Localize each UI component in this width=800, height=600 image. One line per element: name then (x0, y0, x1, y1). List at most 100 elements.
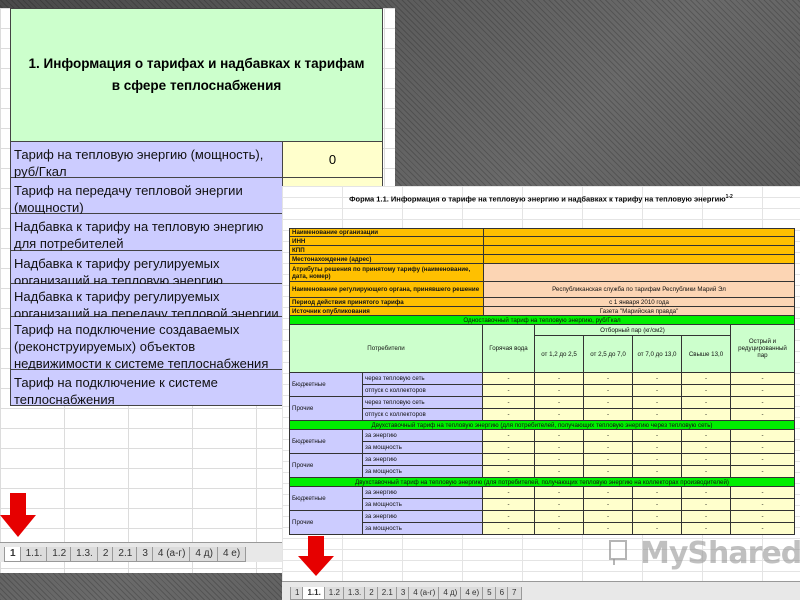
tariff-cell[interactable]: - (535, 409, 584, 421)
tariff-cell[interactable]: - (584, 409, 633, 421)
tariff-cell[interactable]: - (682, 523, 731, 535)
tariff-cell[interactable]: - (483, 430, 535, 442)
sheet-tab[interactable]: 1.2 (46, 547, 73, 562)
tariff-cell[interactable]: - (584, 511, 633, 523)
tariff-cell[interactable]: - (535, 523, 584, 535)
tariff-cell[interactable]: - (584, 523, 633, 535)
info-value[interactable]: с 1 января 2010 года (484, 298, 795, 307)
sheet-tab[interactable]: 2.1 (376, 587, 398, 600)
tariff-cell[interactable]: - (731, 397, 795, 409)
tariff-cell[interactable]: - (483, 487, 535, 499)
sheet-tab[interactable]: 7 (507, 587, 522, 600)
tariff-cell[interactable]: - (633, 373, 682, 385)
sheet-tab[interactable]: 4 е) (216, 547, 247, 562)
tariff-cell[interactable]: - (483, 511, 535, 523)
tariff-cell[interactable]: - (584, 430, 633, 442)
tariff-cell[interactable]: - (682, 373, 731, 385)
tariff-cell[interactable]: - (633, 523, 682, 535)
row-label: за мощность (363, 442, 483, 454)
tariff-row-value[interactable]: 0 (283, 142, 382, 177)
tariff-cell[interactable]: - (731, 385, 795, 397)
section-title: Двухставочный тариф на тепловую энергию … (290, 421, 795, 430)
tariff-cell[interactable]: - (633, 454, 682, 466)
tariff-cell[interactable]: - (483, 385, 535, 397)
tariff-cell[interactable]: - (682, 442, 731, 454)
tariff-cell[interactable]: - (731, 442, 795, 454)
tariff-cell[interactable]: - (682, 430, 731, 442)
tariff-cell[interactable]: - (584, 454, 633, 466)
tariff-cell[interactable]: - (633, 499, 682, 511)
tariff-cell[interactable]: - (584, 442, 633, 454)
sheet-tab[interactable]: 1.3. (70, 547, 99, 562)
group-rows: за энергию - - - - - - за мощность - - - - - - (363, 511, 795, 535)
sheet-tab[interactable]: 1.1. (302, 587, 326, 600)
tariff-cell[interactable]: - (483, 442, 535, 454)
tariff-cell[interactable]: - (535, 466, 584, 478)
sheet-tab[interactable]: 4 д) (438, 587, 463, 600)
info-value[interactable] (484, 264, 795, 282)
tariff-cell[interactable]: - (483, 454, 535, 466)
tariff-cell[interactable]: - (731, 373, 795, 385)
info-value[interactable]: Газета "Марийская правда" (484, 307, 795, 316)
tariff-cell[interactable]: - (682, 454, 731, 466)
tariff-cell[interactable]: - (483, 373, 535, 385)
tariff-cell[interactable]: - (584, 397, 633, 409)
tariff-cell[interactable]: - (483, 466, 535, 478)
tariff-cell[interactable]: - (584, 373, 633, 385)
tariff-cell[interactable]: - (584, 499, 633, 511)
tariff-cell[interactable]: - (633, 442, 682, 454)
sheet-tab[interactable]: 2.1 (112, 547, 139, 562)
tariff-cell[interactable]: - (682, 511, 731, 523)
sheet-tab[interactable]: 1.1. (19, 547, 49, 562)
info-value[interactable] (484, 246, 795, 255)
tariff-cell[interactable]: - (633, 385, 682, 397)
tariff-cell[interactable]: - (731, 487, 795, 499)
sheet-tab[interactable]: 1.2 (323, 587, 345, 600)
tariff-cell[interactable]: - (731, 499, 795, 511)
tariff-cell[interactable]: - (535, 487, 584, 499)
tariff-cell[interactable]: - (731, 430, 795, 442)
sheet-tab[interactable]: 4 (а-г) (151, 547, 192, 562)
tariff-cell[interactable]: - (731, 523, 795, 535)
tariff-cell[interactable]: - (535, 454, 584, 466)
tariff-cell[interactable]: - (682, 466, 731, 478)
info-value[interactable] (484, 228, 795, 237)
tariff-cell[interactable]: - (584, 385, 633, 397)
tariff-cell[interactable]: - (584, 487, 633, 499)
tariff-cell[interactable]: - (682, 397, 731, 409)
tariff-cell[interactable]: - (535, 430, 584, 442)
sheet-tab[interactable]: 1.3. (342, 587, 367, 600)
tariff-cell[interactable]: - (483, 523, 535, 535)
sheet-tab[interactable]: 4 д) (189, 547, 219, 562)
info-value[interactable]: Республиканская служба по тарифам Респуб… (484, 282, 795, 298)
tariff-cell[interactable]: - (633, 430, 682, 442)
tariff-cell[interactable]: - (535, 373, 584, 385)
tariff-cell[interactable]: - (535, 397, 584, 409)
tariff-cell[interactable]: - (483, 499, 535, 511)
tariff-cell[interactable]: - (633, 397, 682, 409)
tariff-cell[interactable]: - (682, 385, 731, 397)
tariff-row-label: Тариф на подключение создаваемых (реконс… (11, 317, 283, 371)
tariff-cell[interactable]: - (633, 409, 682, 421)
tariff-cell[interactable]: - (483, 397, 535, 409)
tariff-cell[interactable]: - (731, 511, 795, 523)
sheet-tab[interactable]: 4 е) (460, 587, 485, 600)
tariff-cell[interactable]: - (535, 385, 584, 397)
tariff-cell[interactable]: - (731, 466, 795, 478)
info-value[interactable] (484, 255, 795, 264)
tariff-cell[interactable]: - (731, 409, 795, 421)
tariff-cell[interactable]: - (633, 487, 682, 499)
tariff-cell[interactable]: - (483, 409, 535, 421)
tariff-cell[interactable]: - (682, 409, 731, 421)
tariff-cell[interactable]: - (633, 466, 682, 478)
info-value[interactable] (484, 237, 795, 246)
tariff-cell[interactable]: - (535, 511, 584, 523)
tariff-cell[interactable]: - (731, 454, 795, 466)
tariff-cell[interactable]: - (535, 499, 584, 511)
tariff-cell[interactable]: - (682, 499, 731, 511)
tariff-cell[interactable]: - (535, 442, 584, 454)
sheet-tab[interactable]: 4 (а-г) (408, 587, 441, 600)
tariff-cell[interactable]: - (584, 466, 633, 478)
tariff-cell[interactable]: - (682, 487, 731, 499)
tariff-cell[interactable]: - (633, 511, 682, 523)
